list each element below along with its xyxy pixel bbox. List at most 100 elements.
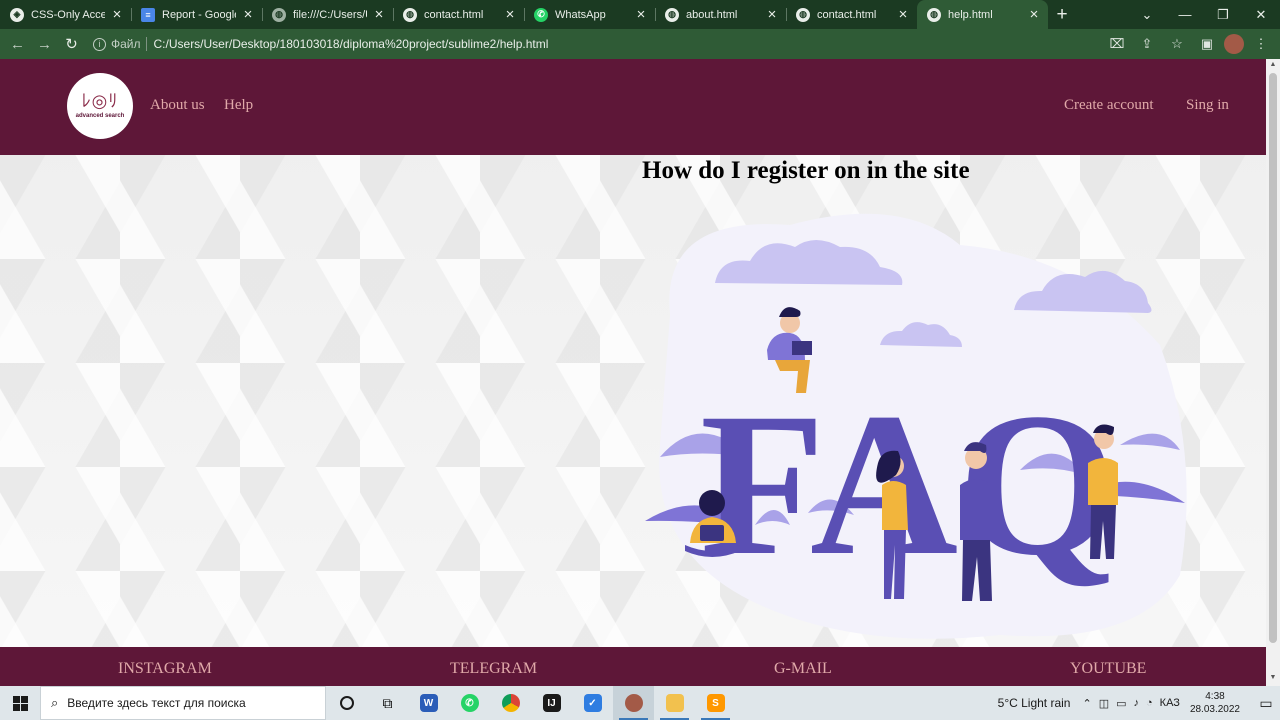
globe-icon: ◍ — [796, 7, 810, 22]
taskbar-app-todo[interactable]: ✓ — [572, 686, 613, 720]
folder-icon — [665, 694, 684, 712]
logo-text: advanced search — [75, 113, 125, 119]
browser-tab-strip: ◈ CSS-Only Accessi × ≡ Report - Google D… — [0, 0, 1280, 29]
footer-telegram-link[interactable]: TELEGRAM — [450, 660, 537, 678]
system-tray: 5°C Light rain ⌃ ◫ ▭ ♪ ◔ КАЗ 4:38 28.03.… — [998, 686, 1280, 720]
tab-contact[interactable]: ◍ contact.html × — [393, 0, 524, 29]
scrollbar-thumb[interactable] — [1269, 73, 1277, 643]
close-tab-icon[interactable]: × — [371, 6, 387, 23]
site-footer: INSTAGRAM TELEGRAM G-MAIL YOUTUBE — [0, 647, 1266, 686]
sublime-text-icon: S — [706, 694, 725, 712]
site-logo[interactable]: ﾚ◎ﾘ advanced search — [67, 73, 133, 139]
globe-icon: ◍ — [272, 7, 286, 22]
task-view-button[interactable]: ⧉ — [367, 686, 408, 720]
close-tab-icon[interactable]: × — [895, 6, 911, 23]
footer-instagram-link[interactable]: INSTAGRAM — [118, 660, 212, 678]
globe-icon: ◍ — [403, 7, 417, 22]
close-tab-icon[interactable]: × — [502, 6, 518, 23]
tab-report[interactable]: ≡ Report - Google D × — [131, 0, 262, 29]
taskbar-app-chrome[interactable] — [490, 686, 531, 720]
close-tab-icon[interactable]: × — [109, 6, 125, 23]
divider — [145, 37, 147, 51]
tab-contact-2[interactable]: ◍ contact.html × — [786, 0, 917, 29]
volume-icon[interactable]: ♪ — [1134, 697, 1140, 710]
google-docs-icon: ≡ — [141, 7, 155, 22]
taskbar-app-chrome-profile[interactable] — [613, 686, 654, 720]
nav-create-account[interactable]: Create account — [1064, 97, 1154, 114]
nav-help[interactable]: Help — [224, 97, 253, 114]
taskbar-app-whatsapp[interactable]: ✆ — [449, 686, 490, 720]
url-text[interactable]: C:/Users/User/Desktop/180103018/diploma%… — [154, 37, 549, 51]
help-content: How do I register on in the site FAQ — [0, 155, 1266, 647]
close-window-icon[interactable]: ✕ — [1242, 0, 1280, 29]
scroll-up-icon[interactable]: ▲ — [1266, 61, 1280, 68]
windows-taskbar: ⌕ Введите здесь текст для поиска ⧉ W ✆ I… — [0, 686, 1280, 720]
chevron-up-icon[interactable]: ⌃ — [1082, 697, 1091, 710]
start-button[interactable] — [0, 686, 40, 720]
network-icon[interactable]: ◫ — [1099, 697, 1109, 710]
info-icon[interactable]: i — [93, 37, 106, 51]
language-indicator[interactable]: КАЗ — [1160, 697, 1180, 710]
globe-icon: ◍ — [927, 7, 941, 22]
page-viewport: ﾚ◎ﾘ advanced search About us Help Create… — [0, 59, 1266, 686]
tray-icons: ⌃ ◫ ▭ ♪ ◔ КАЗ — [1082, 697, 1179, 710]
forward-icon[interactable]: → — [31, 36, 58, 53]
bookmark-star-icon[interactable]: ☆ — [1164, 36, 1190, 52]
tab-css-only[interactable]: ◈ CSS-Only Accessi × — [0, 0, 131, 29]
scroll-down-icon[interactable]: ▼ — [1266, 674, 1280, 681]
minimize-icon[interactable]: — — [1166, 0, 1204, 29]
word-icon: W — [419, 694, 438, 712]
tab-search-icon[interactable]: ⌄ — [1128, 0, 1166, 29]
cortana-button[interactable] — [326, 686, 367, 720]
tab-title: CSS-Only Accessi — [31, 8, 105, 21]
reload-icon[interactable]: ↻ — [58, 35, 85, 53]
close-tab-icon[interactable]: × — [633, 6, 649, 23]
intellij-icon: IJ — [542, 694, 561, 712]
task-view-icon: ⧉ — [382, 694, 393, 711]
taskbar-clock[interactable]: 4:38 28.03.2022 — [1190, 690, 1240, 716]
close-tab-icon[interactable]: × — [764, 6, 780, 23]
clock-date: 28.03.2022 — [1189, 704, 1240, 715]
tab-file[interactable]: ◍ file:///C:/Users/U × — [262, 0, 393, 29]
profile-avatar-icon[interactable] — [1224, 34, 1244, 54]
tab-title: contact.html — [817, 8, 877, 21]
menu-dots-icon[interactable]: ⋮ — [1248, 36, 1274, 52]
tab-whatsapp[interactable]: ✆ WhatsApp × — [524, 0, 655, 29]
notification-icon[interactable]: ▭ — [1252, 695, 1280, 712]
taskbar-search-input[interactable]: ⌕ Введите здесь текст для поиска — [40, 686, 326, 720]
share-icon[interactable]: ⇪ — [1134, 36, 1160, 52]
weather-widget[interactable]: 5°C Light rain — [998, 696, 1071, 710]
close-tab-icon[interactable]: × — [1026, 6, 1042, 23]
search-icon: ⌕ — [51, 695, 59, 710]
checkmark-icon: ✓ — [583, 694, 602, 712]
taskbar-app-explorer[interactable] — [654, 686, 695, 720]
back-icon[interactable]: ← — [4, 36, 31, 53]
page-scrollbar[interactable]: ▲ ▼ — [1266, 59, 1280, 686]
codepen-icon: ◈ — [10, 7, 24, 22]
wifi-icon[interactable]: ◔ — [1146, 697, 1153, 710]
address-bar[interactable]: i Файл C:/Users/User/Desktop/180103018/d… — [93, 32, 1104, 56]
tab-title: contact.html — [424, 8, 484, 21]
footer-youtube-link[interactable]: YOUTUBE — [1070, 660, 1146, 678]
nav-about-us[interactable]: About us — [150, 97, 205, 114]
side-panel-icon[interactable]: ▣ — [1194, 36, 1220, 52]
nav-sign-in[interactable]: Sing in — [1186, 97, 1229, 114]
clock-time: 4:38 — [1205, 691, 1225, 702]
taskbar-app-intellij[interactable]: IJ — [531, 686, 572, 720]
maximize-icon[interactable]: ❐ — [1204, 0, 1242, 29]
tab-title: help.html — [948, 8, 993, 21]
new-tab-button[interactable]: + — [1048, 0, 1076, 29]
battery-icon[interactable]: ▭ — [1116, 697, 1126, 710]
cortana-icon — [339, 696, 354, 710]
taskbar-app-sublime[interactable]: S — [695, 686, 736, 720]
tab-about[interactable]: ◍ about.html × — [655, 0, 786, 29]
tab-title: file:///C:/Users/U — [293, 8, 367, 21]
window-controls: ⌄ — ❐ ✕ — [1128, 0, 1280, 29]
taskbar-app-word[interactable]: W — [408, 686, 449, 720]
tab-help[interactable]: ◍ help.html × — [917, 0, 1048, 29]
footer-gmail-link[interactable]: G-MAIL — [774, 660, 832, 678]
translate-icon[interactable]: ⌧ — [1104, 36, 1130, 52]
tab-title: WhatsApp — [555, 8, 606, 21]
close-tab-icon[interactable]: × — [240, 6, 256, 23]
faq-illustration: FAQ — [645, 213, 1187, 639]
